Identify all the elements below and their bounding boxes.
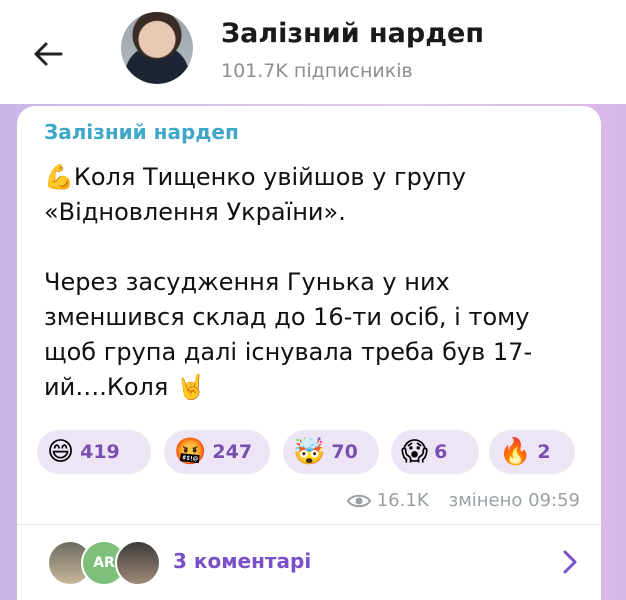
subscriber-count: 101.7K підписників [221, 60, 413, 82]
reaction-count: 6 [434, 441, 448, 463]
post-paragraph: Через засудження Гунька у них зменшився … [44, 268, 533, 401]
reaction-cursing[interactable]: 🤬 247 [164, 430, 270, 474]
back-button[interactable] [28, 34, 68, 74]
channel-title[interactable]: Залізний нардеп [221, 18, 484, 49]
laugh-emoji-icon: 😄 [47, 437, 75, 467]
scream-emoji-icon: 😱 [401, 437, 429, 467]
channel-avatar[interactable] [121, 12, 193, 84]
reaction-count: 247 [212, 441, 253, 463]
comments-button[interactable]: AR 3 коментарі [17, 526, 601, 600]
commenter-avatars: AR [47, 540, 167, 586]
avatar-initials: AR [93, 555, 115, 571]
reactions-bar: 😄 419 🤬 247 🤯 70 😱 6 🔥 2 [37, 430, 597, 474]
reaction-count: 70 [331, 441, 358, 463]
post-author[interactable]: Залізний нардеп [44, 120, 239, 144]
cursing-emoji-icon: 🤬 [174, 437, 207, 467]
post-text: 💪Коля Тищенко увійшов у групу «Відновлен… [44, 160, 584, 405]
fire-emoji-icon: 🔥 [499, 437, 532, 467]
arrow-left-icon [34, 42, 63, 66]
reaction-mind-blown[interactable]: 🤯 70 [283, 430, 379, 474]
reaction-laugh[interactable]: 😄 419 [37, 430, 151, 474]
chat-header: Залізний нардеп 101.7K підписників [0, 0, 626, 104]
chevron-right-icon [563, 550, 577, 574]
reaction-scream[interactable]: 😱 6 [391, 430, 479, 474]
reaction-count: 2 [537, 441, 551, 463]
reaction-fire[interactable]: 🔥 2 [489, 430, 575, 474]
avatar [115, 540, 161, 586]
edited-time: змінено 09:59 [448, 490, 580, 511]
post-paragraph: 💪Коля Тищенко увійшов у групу «Відновлен… [44, 163, 466, 226]
message-meta: 16.1K змінено 09:59 [346, 490, 580, 511]
comments-label: 3 коментарі [173, 549, 312, 573]
eye-icon [346, 494, 371, 507]
mind-blown-emoji-icon: 🤯 [293, 437, 326, 467]
reaction-count: 419 [80, 441, 120, 463]
divider [17, 524, 601, 525]
view-count: 16.1K [376, 490, 429, 511]
